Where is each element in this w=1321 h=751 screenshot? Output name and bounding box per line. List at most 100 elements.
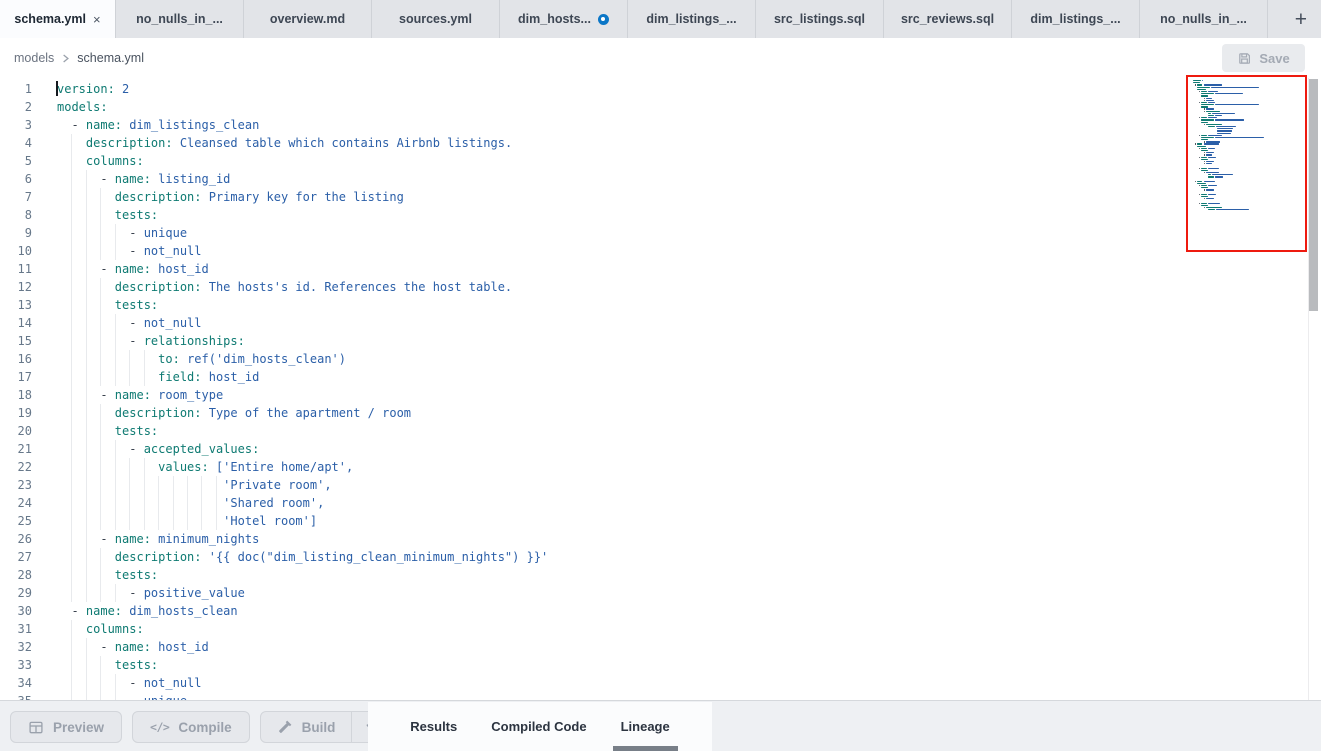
code-line[interactable]: 14 - not_null — [0, 314, 1321, 332]
code-line-content: - not_null — [57, 674, 202, 692]
breadcrumb-filename: schema.yml — [77, 51, 144, 65]
editor-tab[interactable]: dim_hosts... — [500, 0, 628, 38]
editor-tab[interactable]: overview.md — [244, 0, 372, 38]
minimap-segment — [1212, 113, 1235, 114]
code-line[interactable]: 25 'Hotel room'] — [0, 512, 1321, 530]
code-token: listing_id — [151, 172, 230, 186]
code-line[interactable]: 31 columns: — [0, 620, 1321, 638]
scrollbar-thumb[interactable] — [1309, 79, 1318, 311]
code-line[interactable]: 29 - positive_value — [0, 584, 1321, 602]
code-line-content: 'Hotel room'] — [57, 512, 317, 530]
code-line[interactable]: 18 - name: room_type — [0, 386, 1321, 404]
close-icon[interactable]: × — [93, 13, 101, 26]
minimap[interactable] — [1186, 75, 1307, 252]
code-line[interactable]: 17 field: host_id — [0, 368, 1321, 386]
code-line[interactable]: 21 - accepted_values: — [0, 440, 1321, 458]
minimap-segment — [1206, 111, 1221, 112]
code-editor[interactable]: 1version: 22models:3 - name: dim_listing… — [0, 78, 1321, 700]
code-line[interactable]: 1version: 2 — [0, 80, 1321, 98]
line-number: 17 — [0, 368, 32, 386]
console-tab-results[interactable]: Results — [393, 702, 474, 751]
editor-tab[interactable]: dim_listings_... — [628, 0, 756, 38]
code-line[interactable]: 13 tests: — [0, 296, 1321, 314]
minimap-segment — [1208, 148, 1215, 149]
code-line[interactable]: 27 description: '{{ doc("dim_listing_cle… — [0, 548, 1321, 566]
minimap-segment — [1204, 152, 1205, 153]
code-token: Primary key for the listing — [202, 190, 404, 204]
minimap-segment — [1206, 161, 1214, 162]
code-line[interactable]: 20 tests: — [0, 422, 1321, 440]
line-number: 9 — [0, 224, 32, 242]
minimap-segment — [1199, 117, 1200, 118]
line-number: 25 — [0, 512, 32, 530]
line-number: 7 — [0, 188, 32, 206]
minimap-segment — [1201, 117, 1206, 118]
editor-tab[interactable]: dim_listings_... — [1012, 0, 1140, 38]
code-line[interactable]: 7 description: Primary key for the listi… — [0, 188, 1321, 206]
code-line[interactable]: 16 to: ref('dim_hosts_clean') — [0, 350, 1321, 368]
code-line[interactable]: 34 - not_null — [0, 674, 1321, 692]
code-line[interactable]: 6 - name: listing_id — [0, 170, 1321, 188]
code-token — [57, 370, 158, 384]
minimap-segment — [1208, 117, 1217, 118]
code-line[interactable]: 35 - unique — [0, 692, 1321, 700]
line-number: 11 — [0, 260, 32, 278]
code-line[interactable]: 19 description: Type of the apartment / … — [0, 404, 1321, 422]
save-button[interactable]: Save — [1222, 44, 1305, 72]
breadcrumb-models[interactable]: models — [14, 51, 54, 65]
bottom-panel: Preview </> Compile Build — [0, 700, 1321, 751]
minimap-segment — [1204, 181, 1216, 182]
console-tab-label: Results — [410, 719, 457, 734]
code-line[interactable]: 24 'Shared room', — [0, 494, 1321, 512]
console-tab-compiled-code[interactable]: Compiled Code — [474, 702, 603, 751]
code-line[interactable]: 26 - name: minimum_nights — [0, 530, 1321, 548]
editor-tab[interactable]: src_reviews.sql — [884, 0, 1012, 38]
minimap-segment — [1204, 143, 1220, 144]
code-token — [57, 190, 115, 204]
code-token: values: — [158, 460, 209, 474]
code-token: Cleansed table which contains Airbnb lis… — [173, 136, 513, 150]
code-line[interactable]: 30 - name: dim_hosts_clean — [0, 602, 1321, 620]
code-line[interactable]: 4 description: Cleansed table which cont… — [0, 134, 1321, 152]
editor-tab-label: src_listings.sql — [774, 12, 865, 26]
code-line[interactable]: 5 columns: — [0, 152, 1321, 170]
code-line[interactable]: 12 description: The hosts's id. Referenc… — [0, 278, 1321, 296]
line-number: 23 — [0, 476, 32, 494]
code-token — [57, 352, 158, 366]
code-line[interactable]: 2models: — [0, 98, 1321, 116]
minimap-segment — [1208, 185, 1217, 186]
code-token: name: — [115, 388, 151, 402]
build-button[interactable]: Build — [261, 712, 352, 742]
code-line[interactable]: 22 values: ['Entire home/apt', — [0, 458, 1321, 476]
code-line[interactable]: 11 - name: host_id — [0, 260, 1321, 278]
code-line[interactable]: 32 - name: host_id — [0, 638, 1321, 656]
code-token — [57, 478, 223, 492]
code-line-content: field: host_id — [57, 368, 259, 386]
preview-button[interactable]: Preview — [10, 711, 122, 743]
code-line-content: 'Shared room', — [57, 494, 324, 512]
new-tab-button[interactable]: + — [1281, 9, 1321, 30]
code-line[interactable]: 3 - name: dim_listings_clean — [0, 116, 1321, 134]
code-token — [57, 406, 115, 420]
compile-button[interactable]: </> Compile — [132, 711, 250, 743]
code-line[interactable]: 23 'Private room', — [0, 476, 1321, 494]
editor-tab[interactable]: no_nulls_in_... — [1140, 0, 1268, 38]
editor-tab[interactable]: sources.yml — [372, 0, 500, 38]
minimap-segment — [1204, 98, 1205, 99]
minimap-segment — [1197, 183, 1205, 184]
minimap-segment — [1199, 168, 1200, 169]
code-line[interactable]: 15 - relationships: — [0, 332, 1321, 350]
code-line[interactable]: 9 - unique — [0, 224, 1321, 242]
code-line[interactable]: 33 tests: — [0, 656, 1321, 674]
code-line[interactable]: 8 tests: — [0, 206, 1321, 224]
editor-tab[interactable]: src_listings.sql — [756, 0, 884, 38]
line-number: 5 — [0, 152, 32, 170]
minimap-segment — [1215, 104, 1259, 105]
minimap-segment — [1206, 207, 1223, 208]
minimap-segment — [1201, 194, 1206, 195]
editor-tab[interactable]: schema.yml× — [0, 0, 116, 38]
code-line[interactable]: 28 tests: — [0, 566, 1321, 584]
code-line[interactable]: 10 - not_null — [0, 242, 1321, 260]
console-tab-lineage[interactable]: Lineage — [604, 702, 687, 751]
editor-tab[interactable]: no_nulls_in_... — [116, 0, 244, 38]
